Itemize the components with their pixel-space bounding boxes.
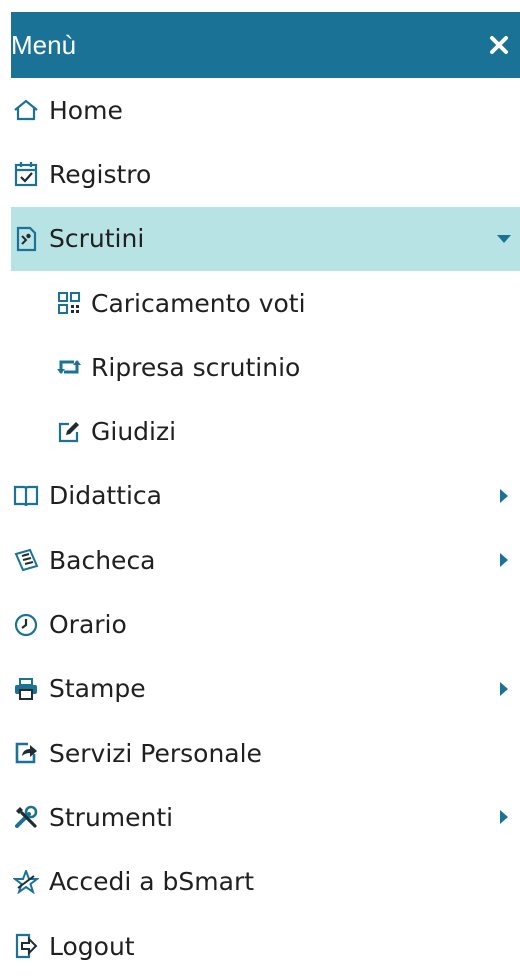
- menu-item-didattica[interactable]: Didattica: [11, 464, 520, 528]
- menu-item-orario[interactable]: Orario: [11, 592, 520, 656]
- menu-item-label: Strumenti: [49, 802, 174, 832]
- menu-item-label: Caricamento voti: [91, 288, 306, 318]
- clock-icon: [12, 611, 40, 639]
- menu-item-label: Bacheca: [49, 545, 156, 575]
- retweet-icon: [55, 353, 83, 381]
- menu-item-servizi-personale[interactable]: Servizi Personale: [11, 721, 520, 785]
- menu-subitem-caricamento-voti[interactable]: Caricamento voti: [11, 271, 520, 335]
- menu-subitem-ripresa-scrutinio[interactable]: Ripresa scrutinio: [11, 335, 520, 399]
- edit-icon: [55, 418, 83, 446]
- print-icon: [12, 675, 40, 703]
- side-menu: Menù Home Registro Scrutini Caricamento …: [11, 12, 520, 978]
- book-icon: [12, 482, 40, 510]
- menu-item-label: Accedi a bSmart: [49, 867, 255, 897]
- close-icon[interactable]: [486, 32, 512, 58]
- menu-item-registro[interactable]: Registro: [11, 142, 520, 206]
- tools-icon: [12, 803, 40, 831]
- menu-item-label: Registro: [49, 159, 152, 189]
- calendar-check-icon: [12, 160, 40, 188]
- home-icon: [12, 96, 40, 124]
- menu-item-label: Logout: [49, 931, 135, 961]
- caret-right-icon: [497, 488, 511, 503]
- caret-right-icon: [497, 553, 511, 568]
- star-icon: [12, 868, 40, 896]
- menu-title: Menù: [11, 29, 77, 60]
- menu-item-label: Stampe: [49, 674, 146, 704]
- menu-item-strumenti[interactable]: Strumenti: [11, 785, 520, 849]
- menu-item-accedi-bsmart[interactable]: Accedi a bSmart: [11, 850, 520, 914]
- share-icon: [12, 739, 40, 767]
- menu-item-home[interactable]: Home: [11, 78, 520, 142]
- menu-subitem-giudizi[interactable]: Giudizi: [11, 399, 520, 463]
- menu-item-label: Scrutini: [49, 224, 145, 254]
- menu-item-stampe[interactable]: Stampe: [11, 657, 520, 721]
- caret-right-icon: [497, 810, 511, 825]
- menu-item-label: Giudizi: [91, 417, 177, 447]
- caret-down-icon: [497, 232, 511, 246]
- caret-right-icon: [497, 681, 511, 696]
- newspaper-icon: [12, 546, 40, 574]
- logout-icon: [12, 932, 40, 960]
- menu-item-logout[interactable]: Logout: [11, 914, 520, 978]
- menu-item-scrutini[interactable]: Scrutini: [11, 206, 520, 271]
- menu-item-label: Ripresa scrutinio: [91, 352, 301, 382]
- menu-item-label: Home: [49, 95, 123, 125]
- menu-header: Menù: [11, 12, 520, 78]
- menu-item-label: Servizi Personale: [49, 738, 262, 768]
- menu-item-label: Orario: [49, 610, 127, 640]
- menu-item-bacheca[interactable]: Bacheca: [11, 528, 520, 592]
- qrcode-icon: [55, 289, 83, 317]
- menu-item-label: Didattica: [49, 481, 163, 511]
- scrutini-icon: [12, 225, 40, 253]
